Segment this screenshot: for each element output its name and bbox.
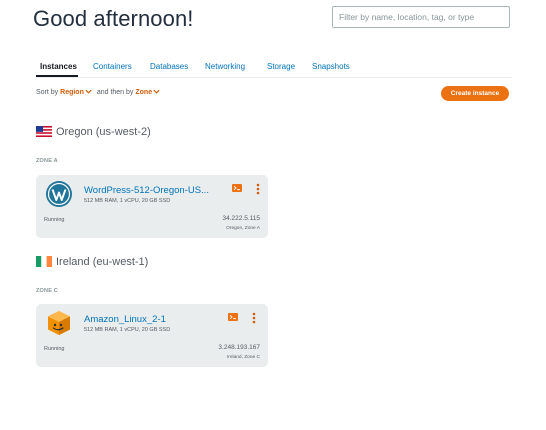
page-title: Good afternoon! xyxy=(33,6,194,31)
sort-middle-label: and then by xyxy=(96,89,134,96)
region-heading-oregon: Oregon (us-west-2) xyxy=(36,126,151,138)
instance-specs: 512 MB RAM, 1 vCPU, 20 GB SSD xyxy=(84,198,171,204)
region-heading-ireland: Ireland (eu-west-1) xyxy=(36,256,148,268)
sort-prefix-label: Sort by xyxy=(36,89,59,96)
instance-name-link[interactable]: WordPress-512-Oregon-US... xyxy=(84,185,209,196)
zone-label: ZONE C xyxy=(36,288,58,294)
instance-ip: 34.222.5.115 xyxy=(222,215,260,222)
wordpress-icon xyxy=(46,181,72,207)
amazon-linux-icon xyxy=(48,311,70,335)
tab-bar: Instances Containers Databases Networkin… xyxy=(36,59,512,78)
terminal-icon[interactable] xyxy=(232,184,242,192)
instance-ip: 3.248.193.167 xyxy=(218,344,260,351)
instance-location: Oregon, Zone A xyxy=(226,226,260,231)
tab-networking[interactable]: Networking xyxy=(205,62,245,71)
tab-instances[interactable]: Instances xyxy=(40,62,77,71)
sort-secondary-dropdown[interactable]: Zone xyxy=(135,89,160,96)
tab-snapshots[interactable]: Snapshots xyxy=(312,62,350,71)
region-name: Oregon (us-west-2) xyxy=(56,126,151,138)
instance-card-amazon-linux[interactable]: Amazon_Linux_2-1 512 MB RAM, 1 vCPU, 20 … xyxy=(36,304,268,367)
chevron-down-icon xyxy=(153,89,160,94)
instance-location: Ireland, Zone C xyxy=(226,355,260,360)
instance-card-wordpress[interactable]: WordPress-512-Oregon-US... 512 MB RAM, 1… xyxy=(36,175,268,238)
sort-secondary-label: Zone xyxy=(135,89,153,96)
sort-controls: Sort by Region and then by Zone xyxy=(36,89,160,96)
search-input[interactable] xyxy=(332,6,510,28)
create-instance-button[interactable]: Create instance xyxy=(441,86,509,101)
chevron-down-icon xyxy=(85,89,92,94)
kebab-menu-icon[interactable] xyxy=(255,183,261,195)
kebab-menu-icon[interactable] xyxy=(251,312,257,324)
region-name: Ireland (eu-west-1) xyxy=(56,256,149,268)
sort-primary-dropdown[interactable]: Region xyxy=(60,89,92,96)
active-tab-indicator xyxy=(36,75,78,77)
sort-primary-label: Region xyxy=(60,89,84,96)
instance-status: Running xyxy=(44,217,65,223)
tab-containers[interactable]: Containers xyxy=(93,62,132,71)
zone-label: ZONE A xyxy=(36,158,58,164)
tab-storage[interactable]: Storage xyxy=(267,62,295,71)
instance-specs: 512 MB RAM, 1 vCPU, 20 GB SSD xyxy=(84,327,171,333)
tab-databases[interactable]: Databases xyxy=(150,62,188,71)
us-flag-icon xyxy=(36,126,52,137)
ireland-flag-icon xyxy=(36,256,52,267)
terminal-icon[interactable] xyxy=(228,313,238,321)
instance-name-link[interactable]: Amazon_Linux_2-1 xyxy=(84,314,166,325)
instance-status: Running xyxy=(44,346,65,352)
